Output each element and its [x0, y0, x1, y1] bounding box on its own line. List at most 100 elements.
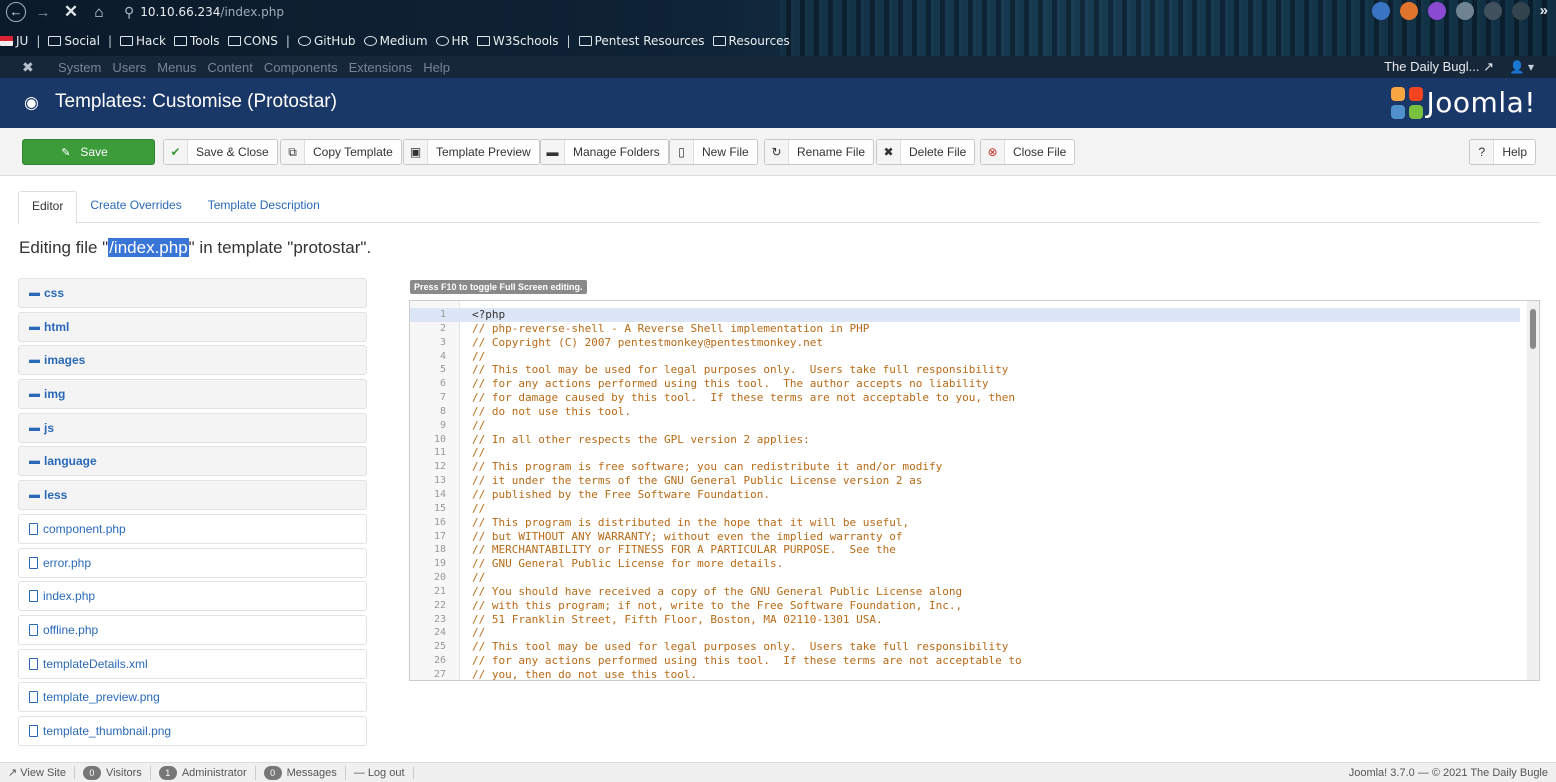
tree-file-template-thumbnail[interactable]: template_thumbnail.png: [18, 715, 367, 746]
tree-file-index[interactable]: index.php: [18, 581, 367, 612]
tree-folder-images[interactable]: ▬ images: [18, 345, 367, 376]
code-line[interactable]: 24 //: [410, 626, 1520, 640]
code-text[interactable]: //: [472, 446, 485, 460]
code-text[interactable]: // This tool may be used for legal purpo…: [472, 640, 1008, 654]
copy-template-button[interactable]: ⧉ Copy Template: [280, 139, 402, 165]
menu-item-help[interactable]: Help: [423, 60, 450, 75]
code-line[interactable]: 5 // This tool may be used for legal purp…: [410, 363, 1520, 377]
menu-item-system[interactable]: System: [58, 60, 101, 75]
tree-folder-css[interactable]: ▬ css: [18, 278, 367, 308]
code-editor[interactable]: 1 <?php 2 // php-reverse-shell - A Reverse …: [409, 300, 1540, 681]
extension-icon[interactable]: [1399, 2, 1418, 20]
code-text[interactable]: //: [472, 571, 485, 585]
code-line[interactable]: 19 // GNU General Public License for more…: [410, 557, 1520, 571]
delete-file-button[interactable]: ✖ Delete File: [876, 139, 976, 165]
extension-icon[interactable]: [1511, 2, 1530, 20]
code-line[interactable]: 25 // This tool may be used for legal pur…: [410, 640, 1520, 654]
tree-folder-img[interactable]: ▬ img: [18, 379, 367, 410]
code-text[interactable]: // This program is free software; you ca…: [472, 460, 942, 474]
new-file-button[interactable]: ▯ New File: [669, 139, 758, 165]
code-line[interactable]: 8 // do not use this tool.: [410, 405, 1520, 419]
code-text[interactable]: // Copyright (C) 2007 pentestmonkey@pent…: [472, 336, 823, 350]
download-icon[interactable]: [1371, 2, 1390, 20]
code-line[interactable]: 1 <?php: [410, 308, 1520, 322]
code-text[interactable]: // do not use this tool.: [472, 405, 631, 419]
code-line[interactable]: 22 // with this program; if not, write to…: [410, 599, 1520, 613]
bookmark-github[interactable]: GitHub: [297, 34, 356, 48]
save-button[interactable]: ✎ Save: [22, 139, 155, 165]
user-menu-icon[interactable]: 👤 ▾: [1510, 60, 1534, 74]
code-line[interactable]: 21 // You should have received a copy of …: [410, 585, 1520, 599]
code-text[interactable]: // MERCHANTABILITY or FITNESS FOR A PART…: [472, 543, 896, 557]
tab-create-overrides[interactable]: Create Overrides: [77, 191, 194, 223]
tree-folder-language[interactable]: ▬ language: [18, 446, 367, 477]
scrollbar-thumb[interactable]: [1530, 309, 1536, 349]
code-text[interactable]: // you, then do not use this tool.: [472, 668, 697, 680]
site-link[interactable]: The Daily Bugl... ↗: [1384, 59, 1494, 75]
code-text[interactable]: // php-reverse-shell - A Reverse Shell i…: [472, 322, 869, 336]
home-icon[interactable]: ⌂: [88, 4, 110, 21]
tree-folder-html[interactable]: ▬ html: [18, 311, 367, 342]
code-line[interactable]: 10 // In all other respects the GPL versi…: [410, 433, 1520, 447]
menu-item-extensions[interactable]: Extensions: [349, 60, 413, 75]
code-line[interactable]: 27 // you, then do not use this tool.: [410, 668, 1520, 680]
code-text[interactable]: // 51 Franklin Street, Fifth Floor, Bost…: [472, 613, 883, 627]
code-line[interactable]: 16 // This program is distributed in the …: [410, 516, 1520, 530]
help-button[interactable]: ? Help: [1469, 139, 1536, 165]
code-line[interactable]: 2 // php-reverse-shell - A Reverse Shell …: [410, 322, 1520, 336]
code-text[interactable]: // GNU General Public License for more d…: [472, 557, 783, 571]
code-text[interactable]: <?php: [472, 308, 505, 322]
code-line[interactable]: 12 // This program is free software; you …: [410, 460, 1520, 474]
code-line[interactable]: 7 // for damage caused by this tool. If t…: [410, 391, 1520, 405]
code-line[interactable]: 23 // 51 Franklin Street, Fifth Floor, Bo…: [410, 613, 1520, 627]
tree-file-template-preview[interactable]: template_preview.png: [18, 682, 367, 713]
code-line[interactable]: 9 //: [410, 419, 1520, 433]
tree-file-offline[interactable]: offline.php: [18, 614, 367, 645]
bookmark-folder-cons[interactable]: CONS: [227, 34, 278, 48]
extension-icon[interactable]: [1427, 2, 1446, 20]
manage-folders-button[interactable]: ▬ Manage Folders: [540, 139, 669, 165]
code-text[interactable]: // This program is distributed in the ho…: [472, 516, 909, 530]
bookmark-medium[interactable]: Medium: [363, 34, 428, 48]
view-site-link[interactable]: ↗ View Site: [0, 766, 75, 779]
messages-link[interactable]: 0 Messages: [256, 765, 346, 780]
tree-folder-less[interactable]: ▬ less: [18, 480, 367, 511]
bookmark-ju[interactable]: JU: [0, 34, 28, 48]
tree-folder-js[interactable]: ▬ js: [18, 412, 367, 443]
back-icon[interactable]: ←: [6, 2, 26, 22]
code-text[interactable]: // it under the terms of the GNU General…: [472, 474, 922, 488]
code-text[interactable]: // with this program; if not, write to t…: [472, 599, 962, 613]
extension-icon[interactable]: [1455, 2, 1474, 20]
editor-scrollbar[interactable]: [1527, 301, 1539, 680]
bookmark-folder-tools[interactable]: Tools: [173, 34, 220, 48]
code-text[interactable]: // In all other respects the GPL version…: [472, 433, 810, 447]
forward-icon[interactable]: →: [32, 4, 54, 21]
code-line[interactable]: 17 // but WITHOUT ANY WARRANTY; without e…: [410, 530, 1520, 544]
code-line[interactable]: 6 // for any actions performed using this…: [410, 377, 1520, 391]
code-text[interactable]: // for damage caused by this tool. If th…: [472, 391, 1015, 405]
code-line[interactable]: 18 // MERCHANTABILITY or FITNESS FOR A PA…: [410, 543, 1520, 557]
overflow-menu-icon[interactable]: »: [1540, 2, 1548, 20]
close-file-button[interactable]: ⊗ Close File: [980, 139, 1076, 165]
tree-file-error[interactable]: error.php: [18, 547, 367, 578]
code-lines[interactable]: 1 <?php 2 // php-reverse-shell - A Reverse …: [410, 308, 1520, 680]
menu-item-components[interactable]: Components: [264, 60, 338, 75]
bookmark-folder-resources[interactable]: Resources: [712, 34, 790, 48]
stop-icon[interactable]: ✕: [60, 2, 82, 22]
code-text[interactable]: // published by the Free Software Founda…: [472, 488, 770, 502]
code-text[interactable]: // This tool may be used for legal purpo…: [472, 363, 1008, 377]
code-text[interactable]: // but WITHOUT ANY WARRANTY; without eve…: [472, 530, 902, 544]
menu-item-menus[interactable]: Menus: [157, 60, 196, 75]
code-text[interactable]: //: [472, 350, 485, 364]
tab-template-description[interactable]: Template Description: [195, 191, 333, 223]
extension-icon[interactable]: [1483, 2, 1502, 20]
code-line[interactable]: 13 // it under the terms of the GNU Gener…: [410, 474, 1520, 488]
menu-item-users[interactable]: Users: [112, 60, 146, 75]
code-text[interactable]: //: [472, 419, 485, 433]
bookmark-hr[interactable]: HR: [435, 34, 469, 48]
url-input[interactable]: 10.10.66.234/index.php: [140, 5, 284, 19]
rename-file-button[interactable]: ↻ Rename File: [764, 139, 875, 165]
code-line[interactable]: 15 //: [410, 502, 1520, 516]
joomla-icon[interactable]: ✖: [22, 59, 40, 76]
code-text[interactable]: // for any actions performed using this …: [472, 654, 1022, 668]
